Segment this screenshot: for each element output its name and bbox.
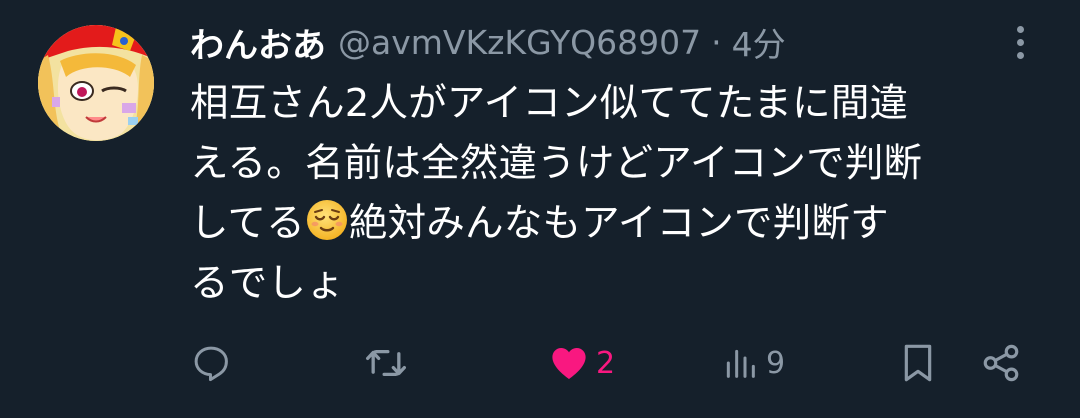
tweet-text-line: 相互さん2人がアイコン似ててたまに間違 [190, 81, 909, 126]
views-count: 9 [766, 345, 786, 381]
share-button[interactable] [980, 335, 1022, 391]
relieved-face-emoji [306, 200, 347, 240]
tweet-text-segment: 絶対みんなもアイコンで判断す [348, 201, 889, 246]
separator-dot: · [711, 22, 722, 62]
views-button[interactable]: 9 [720, 335, 785, 391]
tweet-text-line: るでしょ [190, 261, 345, 306]
more-options-icon[interactable] [1004, 20, 1036, 64]
more-dot [1016, 25, 1024, 33]
more-dot [1016, 51, 1024, 59]
reply-button[interactable] [190, 335, 232, 391]
views-icon [726, 349, 755, 378]
timestamp[interactable]: 4分 [732, 18, 786, 66]
tweet-text: 相互さん2人がアイコン似ててたまに間違 える。名前は全然違うけどアイコンで判断 … [190, 74, 1050, 314]
bookmark-button[interactable] [898, 335, 938, 391]
retweet-button[interactable] [364, 335, 408, 391]
tweet: わんおあ @avmVKzKGYQ68907 · 4分 相互さん2人がアイコン似て… [0, 0, 1080, 418]
tweet-header: わんおあ @avmVKzKGYQ68907 · 4分 [190, 12, 786, 72]
action-bar: 2 9 [0, 335, 1080, 391]
tweet-text-line: える。名前は全然違うけどアイコンで判断 [190, 141, 923, 186]
avatar[interactable] [38, 25, 154, 141]
tweet-text-segment: してる [190, 201, 305, 246]
reply-icon [194, 346, 228, 382]
share-icon [983, 344, 1019, 382]
bookmark-icon [904, 344, 932, 382]
avatar-image [38, 25, 154, 141]
tweet-text-line: してる 絶対みんなもアイコンで判断す [190, 194, 1050, 254]
user-handle[interactable]: @avmVKzKGYQ68907 [338, 23, 701, 62]
heart-icon [552, 347, 586, 380]
like-count: 2 [596, 345, 616, 381]
more-dot [1016, 38, 1024, 46]
retweet-icon [366, 349, 406, 377]
like-button[interactable]: 2 [548, 335, 615, 391]
display-name[interactable]: わんおあ [190, 18, 326, 67]
